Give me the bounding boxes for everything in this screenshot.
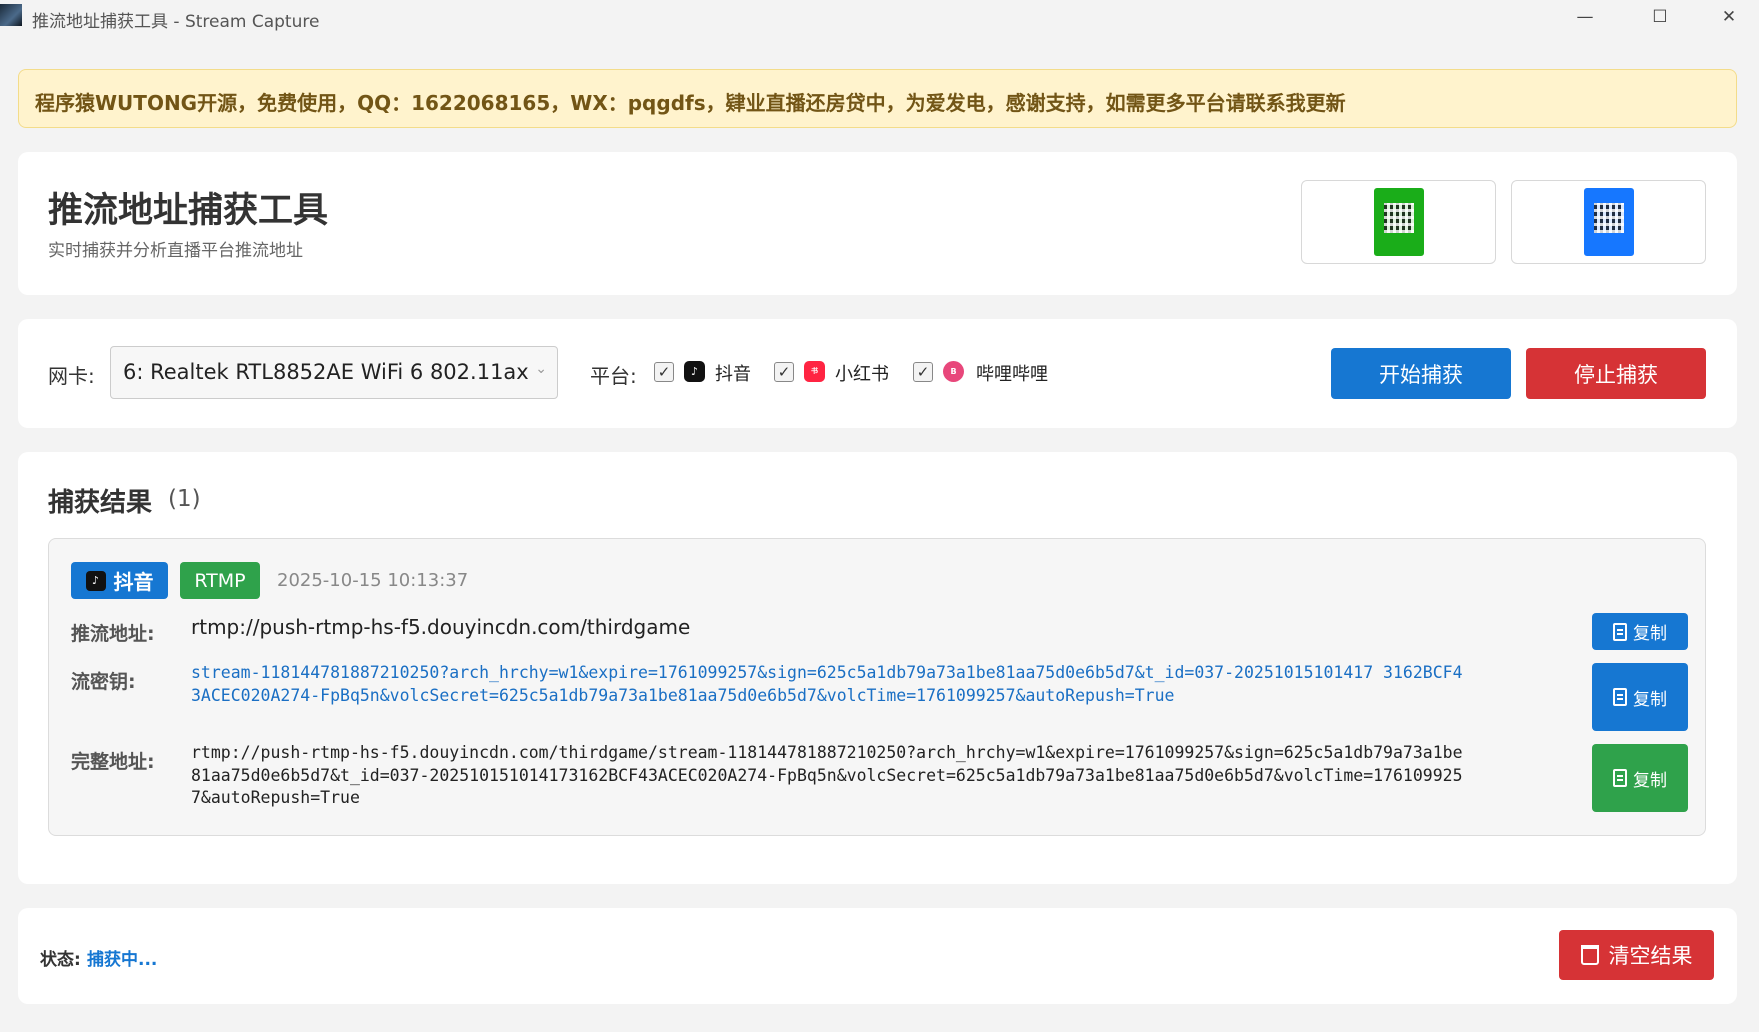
chevron-down-icon: ⌄ — [535, 361, 547, 377]
result-item: ♪ 抖音 RTMP 2025-10-15 10:13:37 推流地址: rtmp… — [48, 538, 1706, 836]
push-url-label: 推流地址: — [71, 623, 155, 645]
bilibili-icon: B — [943, 361, 964, 382]
protocol-badge: RTMP — [180, 562, 260, 599]
app-icon — [0, 4, 22, 26]
xiaohongshu-checkbox[interactable]: ✓ — [774, 362, 794, 382]
platform-badge: ♪ 抖音 — [71, 562, 168, 599]
results-title: 捕获结果 — [48, 488, 153, 518]
copy-full-url-button[interactable]: 复制 — [1592, 744, 1688, 812]
clear-results-label: 清空结果 — [1608, 944, 1693, 968]
maximize-button[interactable]: ☐ — [1630, 0, 1690, 34]
douyin-icon: ♪ — [85, 570, 106, 591]
stream-key-label: 流密钥: — [71, 671, 136, 693]
status-bar: 状态: 捕获中... 清空结果 — [18, 908, 1737, 1004]
stream-key-value: stream-118144781887210250?arch_hrchy=w1&… — [191, 663, 1463, 705]
controls-card: 网卡: 6: Realtek RTL8852AE WiFi 6 802.11ax… — [18, 319, 1737, 428]
douyin-checkbox[interactable]: ✓ — [654, 362, 674, 382]
minimize-button[interactable]: — — [1555, 0, 1615, 34]
start-capture-button[interactable]: 开始捕获 — [1331, 348, 1511, 399]
close-icon: ✕ — [1721, 7, 1737, 27]
results-count: (1) — [168, 486, 201, 512]
page-subtitle: 实时捕获并分析直播平台推流地址 — [48, 241, 303, 261]
push-url-value: rtmp://push-rtmp-hs-f5.douyincdn.com/thi… — [191, 615, 691, 639]
wechat-pay-qr-icon — [1373, 188, 1424, 256]
alipay-qr-box — [1511, 180, 1706, 264]
bilibili-label: 哔哩哔哩 — [976, 364, 1048, 385]
window-title: 推流地址捕获工具 - Stream Capture — [32, 12, 320, 32]
douyin-icon: ♪ — [684, 361, 705, 382]
copy-push-url-button[interactable]: 复制 — [1592, 613, 1688, 650]
close-button[interactable]: ✕ — [1699, 0, 1759, 34]
nic-select-value: 6: Realtek RTL8852AE WiFi 6 802.11ax PCI… — [123, 360, 528, 384]
douyin-label: 抖音 — [715, 364, 751, 385]
xiaohongshu-label: 小红书 — [835, 364, 889, 385]
capture-timestamp: 2025-10-15 10:13:37 — [277, 570, 469, 591]
page-title: 推流地址捕获工具 — [48, 191, 329, 231]
copy-label: 复制 — [1633, 689, 1667, 710]
platform-badge-label: 抖音 — [113, 570, 154, 594]
status-value: 捕获中... — [87, 950, 158, 970]
clipboard-icon — [1613, 769, 1627, 787]
nic-select[interactable]: 6: Realtek RTL8852AE WiFi 6 802.11ax PCI… — [110, 346, 558, 399]
copy-label: 复制 — [1633, 624, 1667, 644]
wechat-qr-box — [1301, 180, 1496, 264]
xiaohongshu-icon: 书 — [804, 361, 825, 382]
nic-label: 网卡: — [48, 364, 95, 388]
alipay-qr-icon — [1583, 188, 1634, 256]
minimize-icon: — — [1576, 7, 1594, 27]
clipboard-icon — [1613, 622, 1627, 641]
clipboard-icon — [1613, 688, 1627, 706]
platform-label: 平台: — [590, 364, 637, 388]
results-card: 捕获结果 (1) ♪ 抖音 RTMP 2025-10-15 10:13:37 推… — [18, 452, 1737, 884]
title-bar: 推流地址捕获工具 - Stream Capture — ☐ ✕ — [0, 0, 1759, 34]
copy-label: 复制 — [1633, 770, 1667, 791]
maximize-icon: ☐ — [1652, 7, 1668, 27]
header-card: 推流地址捕获工具 实时捕获并分析直播平台推流地址 — [18, 152, 1737, 295]
full-url-label: 完整地址: — [71, 751, 155, 773]
bilibili-checkbox[interactable]: ✓ — [913, 362, 933, 382]
clear-results-button[interactable]: 清空结果 — [1559, 930, 1714, 980]
stop-capture-button[interactable]: 停止捕获 — [1526, 348, 1706, 399]
full-url-value: rtmp://push-rtmp-hs-f5.douyincdn.com/thi… — [191, 743, 1463, 807]
copy-stream-key-button[interactable]: 复制 — [1592, 663, 1688, 731]
notice-banner: 程序猿WUTONG开源，免费使用，QQ：1622068165，WX：pqgdfs… — [18, 69, 1737, 128]
status-label: 状态: — [40, 950, 81, 970]
notice-text: 程序猿WUTONG开源，免费使用，QQ：1622068165，WX：pqgdfs… — [35, 91, 1346, 115]
trash-icon — [1580, 945, 1599, 965]
